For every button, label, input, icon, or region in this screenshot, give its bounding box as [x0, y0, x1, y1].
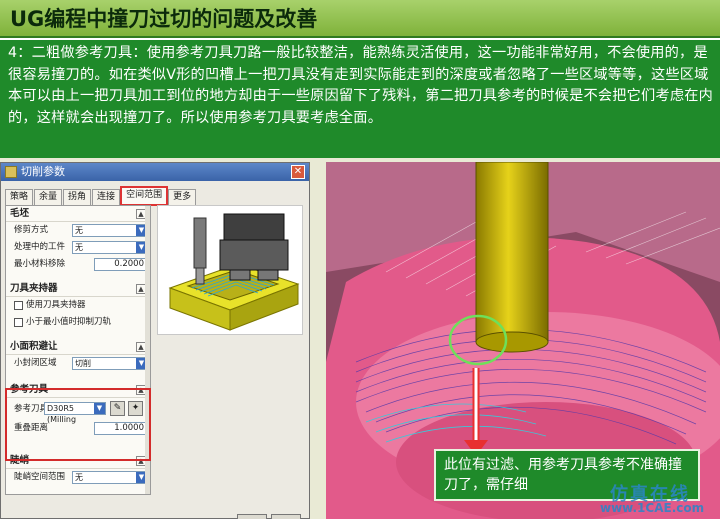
section-holder-title: 刀具夹持器	[10, 283, 58, 294]
cancel-button[interactable]	[271, 514, 301, 519]
use-holder-label: 使用刀具夹持器	[26, 300, 86, 310]
min-removal-row: 最小材料移除 0.2000	[6, 256, 150, 273]
section-small-area[interactable]: 小面积避让 ▲	[6, 339, 150, 355]
steep-range-select[interactable]: 无 ▼	[72, 471, 148, 484]
ipw-value: 无	[75, 243, 83, 252]
slide-title: UG编程中撞刀过切的问题及改善	[0, 0, 720, 38]
trim-by-row: 修剪方式 无 ▼	[6, 222, 150, 239]
min-removal-input[interactable]: 0.2000	[94, 258, 148, 271]
tab-connections[interactable]: 连接	[92, 189, 121, 205]
tab-strategy[interactable]: 策略	[5, 189, 34, 205]
section-small-area-title: 小面积避让	[10, 341, 58, 352]
tool-preview-illustration	[168, 213, 300, 331]
trim-by-select[interactable]: 无 ▼	[72, 224, 148, 237]
section-blank-title: 毛坯	[10, 208, 30, 219]
ok-button[interactable]	[237, 514, 267, 519]
suppress-checkbox[interactable]	[14, 318, 23, 327]
steep-range-label: 陡峭空间范围	[14, 472, 66, 482]
ipw-row: 处理中的工件 无 ▼	[6, 239, 150, 256]
closed-area-label: 小封闭区域	[14, 358, 57, 368]
close-icon[interactable]: ✕	[291, 165, 305, 179]
dialog-tabs: 策略 余量 拐角 连接 空间范围 更多	[5, 186, 197, 206]
trim-by-label: 修剪方式	[14, 225, 49, 235]
suppress-row: 小于最小值时抑制刀轨	[6, 314, 150, 331]
closed-area-value: 切削	[75, 359, 91, 368]
dialog-title-bar: 切削参数 ✕	[1, 163, 309, 181]
app-icon	[5, 166, 17, 178]
ipw-label: 处理中的工件	[14, 242, 66, 252]
containment-preview-image	[157, 205, 303, 335]
suppress-label: 小于最小值时抑制刀轨	[26, 317, 112, 327]
min-removal-label: 最小材料移除	[14, 259, 66, 269]
trim-by-value: 无	[75, 226, 83, 235]
ref-tool-highlight	[5, 388, 151, 461]
dialog-title: 切削参数	[21, 165, 65, 178]
use-holder-row: 使用刀具夹持器	[6, 297, 150, 314]
section-blank[interactable]: 毛坯 ▲	[6, 206, 150, 222]
tab-corners[interactable]: 拐角	[63, 189, 92, 205]
tab-containment[interactable]: 空间范围	[120, 186, 169, 206]
slide-description: 4：二粗做参考刀具：使用参考刀具刀路一般比较整洁，能熟练灵活使用，这一功能非常好…	[0, 40, 720, 158]
watermark-url: www.1CAE.com	[600, 501, 705, 515]
tab-more[interactable]: 更多	[168, 189, 197, 205]
cutting-parameters-dialog: 切削参数 ✕ 策略 余量 拐角 连接 空间范围 更多 毛坯 ▲ 修剪方式 无 ▼…	[0, 162, 310, 519]
tab-stock[interactable]: 余量	[34, 189, 63, 205]
section-holder[interactable]: 刀具夹持器 ▲	[6, 281, 150, 297]
steep-range-value: 无	[75, 473, 83, 482]
ipw-select[interactable]: 无 ▼	[72, 241, 148, 254]
separator-strip	[310, 162, 326, 519]
closed-area-select[interactable]: 切削 ▼	[72, 357, 148, 370]
use-holder-checkbox[interactable]	[14, 301, 23, 310]
steep-range-row: 陡峭空间范围 无 ▼	[6, 469, 150, 486]
closed-area-row: 小封闭区域 切削 ▼	[6, 355, 150, 372]
